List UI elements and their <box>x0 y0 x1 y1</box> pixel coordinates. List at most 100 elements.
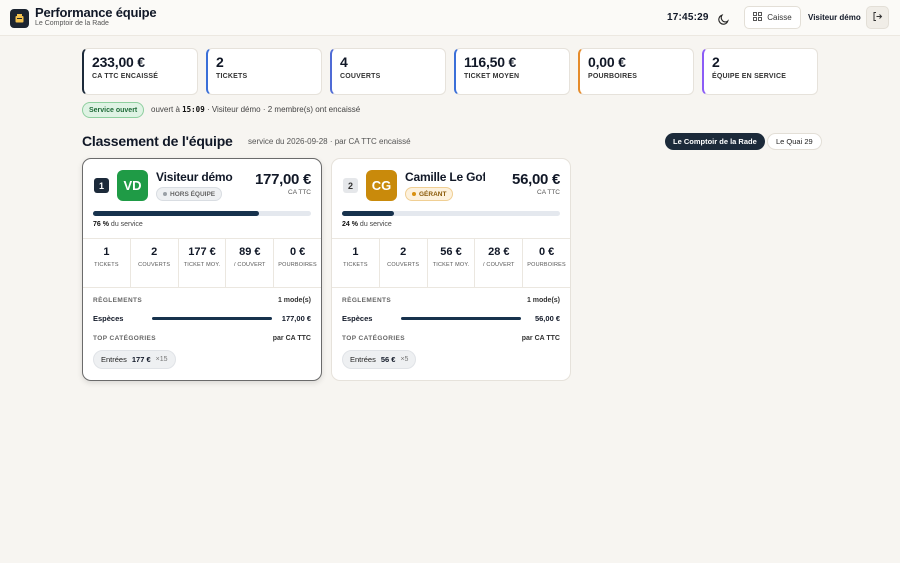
kpi-value: 233,00 € <box>92 54 145 70</box>
category-name: Entrées <box>350 355 376 364</box>
payment-method-bar <box>152 317 272 320</box>
share-label: 76 % du service <box>93 221 143 228</box>
stat-label: POURBOIRES <box>527 262 566 268</box>
service-status-text: ouvert à 15:09 · Visiteur démo · 2 membr… <box>151 105 360 114</box>
kpi-value: 2 <box>712 54 720 70</box>
share-progress-bar <box>342 211 560 216</box>
ranking-subtitle: service du 2026-09-28 · par CA TTC encai… <box>248 137 411 146</box>
stats-row: 1 TICKETS 2 COUVERTS 177 € TICKET MOY. 89 €… <box>83 238 321 288</box>
stat-value: 2 <box>151 246 158 258</box>
stat-label: / COUVERT <box>233 262 266 268</box>
top-categories-label: TOP CATÉGORIES <box>342 335 406 342</box>
member-amount: 56,00 € <box>512 171 560 188</box>
stat-label: TICKETS <box>343 262 368 268</box>
share-suffix: du service <box>359 221 392 228</box>
kpi-value: 2 <box>216 54 224 70</box>
kpi-card-ticket-moyen: 116,50 € TICKET MOYEN <box>454 48 570 95</box>
logout-icon <box>872 9 883 27</box>
stat-value: 1 <box>352 246 359 258</box>
payment-method-amount: 56,00 € <box>534 314 560 323</box>
top-categories-sort: par CA TTC <box>272 335 311 342</box>
kpi-card-equipe: 2 ÉQUIPE EN SERVICE <box>702 48 818 95</box>
category-count: ×15 <box>155 356 168 363</box>
payment-method-amount: 177,00 € <box>281 314 311 323</box>
member-card[interactable]: 1 VD Visiteur démo HORS ÉQUIPE 177,00 € … <box>82 158 322 381</box>
cash-register-icon <box>10 9 29 28</box>
category-amount: 177 € <box>131 355 151 364</box>
payment-method-name: Espèces <box>93 314 124 323</box>
kpi-label: TICKET MOYEN <box>464 73 520 80</box>
kpi-label: TICKETS <box>216 73 248 80</box>
payments-label: RÈGLEMENTS <box>342 297 392 304</box>
clock: 17:45:29 <box>667 12 709 23</box>
stat-value: 177 € <box>188 246 216 258</box>
caisse-button[interactable]: Caisse <box>744 6 801 29</box>
member-card[interactable]: 2 CG Camille Le Goff GÉRANT 56,00 € CA T… <box>331 158 571 381</box>
category-count: ×5 <box>400 356 409 363</box>
stat-label: / COUVERT <box>482 262 515 268</box>
kpi-card-tickets: 2 TICKETS <box>206 48 322 95</box>
member-amount-label: CA TTC <box>537 189 560 196</box>
stats-row: 1 TICKETS 2 COUVERTS 56 € TICKET MOY. 28 € /… <box>332 238 570 288</box>
ranking-title: Classement de l'équipe <box>82 133 233 149</box>
stat-value: 56 € <box>440 246 462 258</box>
page-title: Performance équipe <box>35 5 157 20</box>
kpi-label: ÉQUIPE EN SERVICE <box>712 73 787 80</box>
kpi-card-ca: 233,00 € CA TTC ENCAISSÉ <box>82 48 198 95</box>
top-bar: Performance équipe Le Comptoir de la Rad… <box>0 0 900 36</box>
stat-value: 89 € <box>239 246 261 258</box>
role-badge: HORS ÉQUIPE <box>156 187 223 201</box>
moon-icon[interactable] <box>718 12 730 25</box>
category-name: Entrées <box>101 355 127 364</box>
restaurant-name: Le Comptoir de la Rade <box>35 20 109 27</box>
share-percent: 24 % <box>342 221 358 228</box>
stat-label: COUVERTS <box>387 262 420 268</box>
kpi-value: 4 <box>340 54 348 70</box>
share-progress-fill <box>342 211 395 216</box>
tab-le-quai-29[interactable]: Le Quai 29 <box>767 133 822 150</box>
stat-tickets: 1 TICKETS <box>332 239 380 287</box>
grid-icon <box>753 12 763 23</box>
stat-label: TICKETS <box>94 262 119 268</box>
logout-button[interactable] <box>866 6 889 29</box>
kpi-value: 0,00 € <box>588 54 626 70</box>
role-dot-icon <box>412 192 416 196</box>
kpi-card-couverts: 4 COUVERTS <box>330 48 446 95</box>
rank-badge: 1 <box>94 178 109 193</box>
stat-par-couvert: 89 € / COUVERT <box>226 239 275 287</box>
share-label: 24 % du service <box>342 221 392 228</box>
opened-prefix: ouvert à <box>151 105 180 114</box>
tab-comptoir-de-la-rade[interactable]: Le Comptoir de la Rade <box>665 133 765 150</box>
payments-label: RÈGLEMENTS <box>93 297 143 304</box>
avatar: VD <box>117 170 148 201</box>
members-note: · 2 membre(s) ont encaissé <box>262 105 361 114</box>
stat-value: 0 € <box>289 246 306 258</box>
payment-method-bar <box>401 317 521 320</box>
stat-couverts: 2 COUVERTS <box>380 239 428 287</box>
stat-tickets: 1 TICKETS <box>83 239 131 287</box>
kpi-value: 116,50 € <box>464 54 517 70</box>
role-dot-icon <box>163 192 167 196</box>
member-amount-label: CA TTC <box>288 189 311 196</box>
kpi-card-pourboires: 0,00 € POURBOIRES <box>578 48 694 95</box>
caisse-label: Caisse <box>767 13 792 22</box>
stat-pourboires: 0 € POURBOIRES <box>274 239 321 287</box>
user-name: Visiteur démo <box>808 13 861 22</box>
kpi-label: COUVERTS <box>340 73 381 80</box>
stat-label: COUVERTS <box>138 262 171 268</box>
stat-value: 1 <box>103 246 110 258</box>
service-status-badge: Service ouvert <box>82 102 145 118</box>
role-label: GÉRANT <box>419 190 447 198</box>
stat-value: 28 € <box>488 246 510 258</box>
stat-par-couvert: 28 € / COUVERT <box>475 239 524 287</box>
kpi-label: POURBOIRES <box>588 73 638 80</box>
role-label: HORS ÉQUIPE <box>170 190 216 198</box>
share-suffix: du service <box>110 221 143 228</box>
avatar: CG <box>366 170 397 201</box>
category-chip: Entrées 56 € ×5 <box>342 350 417 369</box>
category-chip: Entrées 177 € ×15 <box>93 350 176 369</box>
stat-ticket-moyen: 177 € TICKET MOY. <box>179 239 227 287</box>
category-amount: 56 € <box>380 355 396 364</box>
stat-couverts: 2 COUVERTS <box>131 239 179 287</box>
stat-value: 2 <box>400 246 407 258</box>
